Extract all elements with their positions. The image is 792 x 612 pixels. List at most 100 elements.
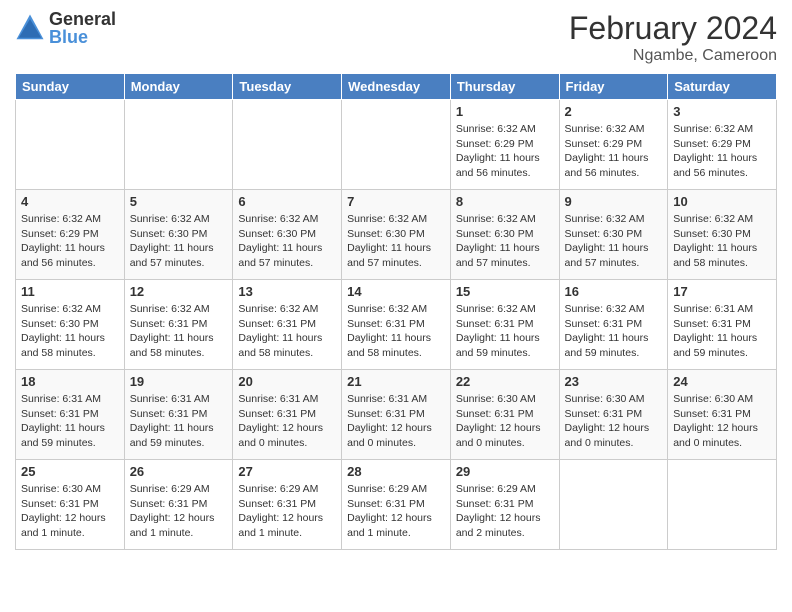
day-number: 15 [456,284,554,299]
calendar-body: 1 Sunrise: 6:32 AM Sunset: 6:29 PM Daylig… [16,100,777,550]
logo-icon [15,13,45,43]
calendar-cell: 16 Sunrise: 6:32 AM Sunset: 6:31 PM Dayli… [559,280,668,370]
day-info: Sunrise: 6:29 AM Sunset: 6:31 PM Dayligh… [347,482,445,541]
calendar-cell: 11Sunrise: 6:32 AM Sunset: 6:30 PM Dayli… [16,280,125,370]
calendar-cell [668,460,777,550]
day-info: Sunrise: 6:32 AM Sunset: 6:31 PM Dayligh… [238,302,336,361]
day-number: 16 [565,284,663,299]
day-number: 14 [347,284,445,299]
column-header-wednesday: Wednesday [342,74,451,100]
week-row-1: 1 Sunrise: 6:32 AM Sunset: 6:29 PM Daylig… [16,100,777,190]
logo-text: General Blue [49,10,116,46]
page-subtitle: Ngambe, Cameroon [569,47,777,65]
day-info: Sunrise: 6:31 AM Sunset: 6:31 PM Dayligh… [673,302,771,361]
calendar-cell: 7 Sunrise: 6:32 AM Sunset: 6:30 PM Daylig… [342,190,451,280]
day-info: Sunrise: 6:32 AM Sunset: 6:30 PM Dayligh… [130,212,228,271]
column-header-monday: Monday [124,74,233,100]
calendar-cell: 19 Sunrise: 6:31 AM Sunset: 6:31 PM Dayli… [124,370,233,460]
calendar-cell: 13 Sunrise: 6:32 AM Sunset: 6:31 PM Dayli… [233,280,342,370]
calendar-cell: 10 Sunrise: 6:32 AM Sunset: 6:30 PM Dayli… [668,190,777,280]
day-number: 1 [456,104,554,119]
calendar-cell: 2 Sunrise: 6:32 AM Sunset: 6:29 PM Daylig… [559,100,668,190]
day-info: Sunrise: 6:32 AM Sunset: 6:31 PM Dayligh… [347,302,445,361]
day-info: Sunrise: 6:32 AM Sunset: 6:29 PM Dayligh… [673,122,771,181]
day-number: 17 [673,284,771,299]
calendar-cell: 28 Sunrise: 6:29 AM Sunset: 6:31 PM Dayli… [342,460,451,550]
day-info: Sunrise: 6:29 AM Sunset: 6:31 PM Dayligh… [238,482,336,541]
day-number: 28 [347,464,445,479]
column-header-friday: Friday [559,74,668,100]
day-number: 2 [565,104,663,119]
column-header-sunday: Sunday [16,74,125,100]
day-number: 20 [238,374,336,389]
day-info: Sunrise: 6:31 AM Sunset: 6:31 PM Dayligh… [238,392,336,451]
day-info: Sunrise: 6:30 AM Sunset: 6:31 PM Dayligh… [565,392,663,451]
day-info: Sunrise: 6:32 AM Sunset: 6:31 PM Dayligh… [565,302,663,361]
calendar-cell [559,460,668,550]
calendar-cell: 20 Sunrise: 6:31 AM Sunset: 6:31 PM Dayli… [233,370,342,460]
day-info: Sunrise: 6:32 AM Sunset: 6:31 PM Dayligh… [456,302,554,361]
day-number: 6 [238,194,336,209]
day-number: 3 [673,104,771,119]
day-number: 18 [21,374,119,389]
day-info: Sunrise: 6:32 AM Sunset: 6:30 PM Dayligh… [21,302,119,361]
day-info: Sunrise: 6:32 AM Sunset: 6:30 PM Dayligh… [456,212,554,271]
day-info: Sunrise: 6:32 AM Sunset: 6:31 PM Dayligh… [130,302,228,361]
day-info: Sunrise: 6:32 AM Sunset: 6:30 PM Dayligh… [673,212,771,271]
calendar-cell: 14 Sunrise: 6:32 AM Sunset: 6:31 PM Dayli… [342,280,451,370]
calendar-cell [342,100,451,190]
calendar-cell: 1Sunrise: 6:32 AM Sunset: 6:29 PM Daylig… [450,100,559,190]
column-header-saturday: Saturday [668,74,777,100]
day-info: Sunrise: 6:32 AM Sunset: 6:30 PM Dayligh… [347,212,445,271]
day-info: Sunrise: 6:32 AM Sunset: 6:30 PM Dayligh… [238,212,336,271]
header-row: SundayMondayTuesdayWednesdayThursdayFrid… [16,74,777,100]
calendar-cell: 21Sunrise: 6:31 AM Sunset: 6:31 PM Dayli… [342,370,451,460]
day-number: 7 [347,194,445,209]
column-header-tuesday: Tuesday [233,74,342,100]
day-info: Sunrise: 6:31 AM Sunset: 6:31 PM Dayligh… [130,392,228,451]
day-number: 22 [456,374,554,389]
logo: General Blue [15,10,116,46]
calendar-cell: 8 Sunrise: 6:32 AM Sunset: 6:30 PM Daylig… [450,190,559,280]
logo-line2: Blue [49,28,116,46]
week-row-3: 11Sunrise: 6:32 AM Sunset: 6:30 PM Dayli… [16,280,777,370]
day-info: Sunrise: 6:30 AM Sunset: 6:31 PM Dayligh… [21,482,119,541]
day-info: Sunrise: 6:29 AM Sunset: 6:31 PM Dayligh… [130,482,228,541]
calendar-cell: 29Sunrise: 6:29 AM Sunset: 6:31 PM Dayli… [450,460,559,550]
day-number: 8 [456,194,554,209]
calendar-table: SundayMondayTuesdayWednesdayThursdayFrid… [15,73,777,550]
day-info: Sunrise: 6:32 AM Sunset: 6:30 PM Dayligh… [565,212,663,271]
calendar-cell: 5 Sunrise: 6:32 AM Sunset: 6:30 PM Daylig… [124,190,233,280]
calendar-cell: 18 Sunrise: 6:31 AM Sunset: 6:31 PM Dayli… [16,370,125,460]
calendar-cell [124,100,233,190]
calendar-cell: 23Sunrise: 6:30 AM Sunset: 6:31 PM Dayli… [559,370,668,460]
calendar-cell: 22Sunrise: 6:30 AM Sunset: 6:31 PM Dayli… [450,370,559,460]
calendar-cell: 27 Sunrise: 6:29 AM Sunset: 6:31 PM Dayli… [233,460,342,550]
day-number: 10 [673,194,771,209]
calendar-cell: 12Sunrise: 6:32 AM Sunset: 6:31 PM Dayli… [124,280,233,370]
page-title: February 2024 [569,10,777,47]
calendar-cell: 24 Sunrise: 6:30 AM Sunset: 6:31 PM Dayli… [668,370,777,460]
day-number: 29 [456,464,554,479]
calendar-cell: 3 Sunrise: 6:32 AM Sunset: 6:29 PM Daylig… [668,100,777,190]
day-number: 13 [238,284,336,299]
week-row-4: 18 Sunrise: 6:31 AM Sunset: 6:31 PM Dayli… [16,370,777,460]
calendar-header: SundayMondayTuesdayWednesdayThursdayFrid… [16,74,777,100]
day-number: 5 [130,194,228,209]
calendar-cell: 4 Sunrise: 6:32 AM Sunset: 6:29 PM Daylig… [16,190,125,280]
day-info: Sunrise: 6:31 AM Sunset: 6:31 PM Dayligh… [347,392,445,451]
day-info: Sunrise: 6:31 AM Sunset: 6:31 PM Dayligh… [21,392,119,451]
logo-line1: General [49,10,116,28]
week-row-2: 4 Sunrise: 6:32 AM Sunset: 6:29 PM Daylig… [16,190,777,280]
calendar-cell: 9 Sunrise: 6:32 AM Sunset: 6:30 PM Daylig… [559,190,668,280]
day-info: Sunrise: 6:30 AM Sunset: 6:31 PM Dayligh… [673,392,771,451]
day-number: 9 [565,194,663,209]
week-row-5: 25Sunrise: 6:30 AM Sunset: 6:31 PM Dayli… [16,460,777,550]
day-number: 19 [130,374,228,389]
day-number: 24 [673,374,771,389]
day-info: Sunrise: 6:32 AM Sunset: 6:29 PM Dayligh… [565,122,663,181]
day-number: 4 [21,194,119,209]
day-number: 27 [238,464,336,479]
day-info: Sunrise: 6:32 AM Sunset: 6:29 PM Dayligh… [21,212,119,271]
day-number: 26 [130,464,228,479]
